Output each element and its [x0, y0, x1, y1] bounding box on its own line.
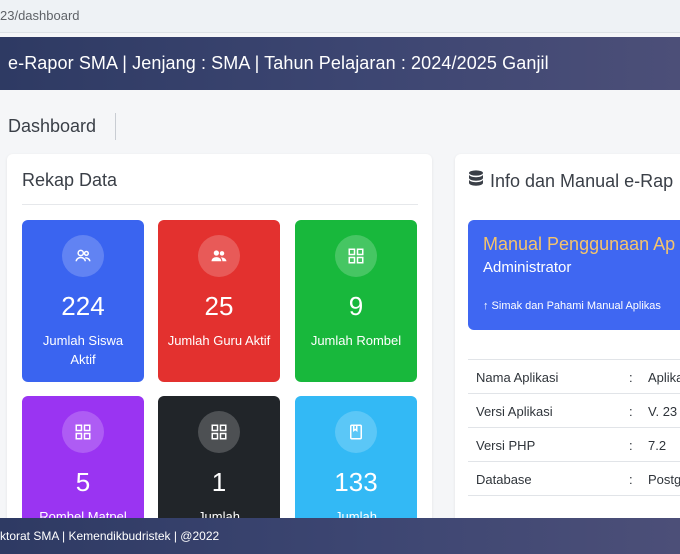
- stat-label: Jumlah Siswa Aktif: [42, 333, 124, 367]
- stat-value: 9: [348, 291, 364, 321]
- address-url[interactable]: 23/dashboard: [0, 8, 80, 23]
- info-key: Versi PHP: [476, 438, 536, 453]
- stat-value: 224: [61, 291, 105, 321]
- app-footer: ktorat SMA | Kemendikbudristek | @2022: [0, 518, 680, 554]
- table-row: Nama Aplikasi : Aplika: [468, 360, 680, 394]
- grid-icon: [62, 411, 104, 453]
- manual-note: ↑ Simak dan Pahami Manual Aplikas: [483, 300, 661, 312]
- database-icon: [468, 170, 484, 193]
- info-separator: :: [629, 438, 633, 453]
- info-manual-title: Info dan Manual e-Rap: [468, 170, 673, 193]
- info-value: 7.2: [648, 438, 667, 453]
- users-outline-icon: [62, 235, 104, 277]
- manual-link-box[interactable]: Manual Penggunaan Ap Administrator ↑ Sim…: [468, 220, 680, 330]
- info-separator: :: [629, 404, 633, 419]
- table-row: Database : Postg: [468, 462, 680, 496]
- info-separator: :: [629, 370, 633, 385]
- stat-tile-rombel[interactable]: 9 Jumlah Rombel: [295, 220, 417, 382]
- app-info-table: Nama Aplikasi : Aplika Versi Aplikasi : …: [468, 359, 680, 496]
- manual-title[interactable]: Manual Penggunaan Ap: [483, 234, 675, 255]
- info-value: Postg: [648, 472, 680, 487]
- info-manual-title-text: Info dan Manual e-Rap: [490, 171, 674, 191]
- info-value: V. 23: [648, 404, 678, 419]
- users-filled-icon: [198, 235, 240, 277]
- manual-subtitle: Administrator: [483, 259, 572, 276]
- book-icon: [335, 411, 377, 453]
- info-manual-card: Info dan Manual e-Rap Manual Penggunaan …: [455, 154, 680, 554]
- info-key: Nama Aplikasi: [476, 370, 559, 385]
- stat-label: Jumlah Guru Aktif: [167, 333, 271, 348]
- table-row: Versi Aplikasi : V. 23: [468, 394, 680, 428]
- app-header: e-Rapor SMA | Jenjang : SMA | Tahun Pela…: [0, 37, 680, 90]
- grid-icon: [198, 411, 240, 453]
- stat-label: Jumlah Rombel: [310, 333, 402, 348]
- rekap-data-card: Rekap Data 224 Jumlah Siswa Aktif 25 Jum…: [7, 154, 432, 554]
- table-row: Versi PHP : 7.2: [468, 428, 680, 462]
- info-separator: :: [629, 472, 633, 487]
- stat-value: 5: [75, 467, 91, 497]
- stat-value: 1: [211, 467, 227, 497]
- stat-value: 133: [334, 467, 378, 497]
- rekap-data-title: Rekap Data: [22, 170, 118, 190]
- footer-text: ktorat SMA | Kemendikbudristek | @2022: [0, 529, 220, 543]
- stat-tile-siswa[interactable]: 224 Jumlah Siswa Aktif: [22, 220, 144, 382]
- grid-icon: [335, 235, 377, 277]
- info-key: Database: [476, 472, 532, 487]
- page-title-divider: [115, 113, 116, 140]
- card-divider: [22, 204, 418, 205]
- stat-tile-guru[interactable]: 25 Jumlah Guru Aktif: [158, 220, 280, 382]
- info-key: Versi Aplikasi: [476, 404, 553, 419]
- page-title: Dashboard: [8, 116, 97, 136]
- info-value: Aplika: [648, 370, 680, 385]
- app-title: e-Rapor SMA | Jenjang : SMA | Tahun Pela…: [8, 53, 549, 73]
- browser-address-bar[interactable]: 23/dashboard: [0, 0, 680, 33]
- stat-value: 25: [204, 291, 234, 321]
